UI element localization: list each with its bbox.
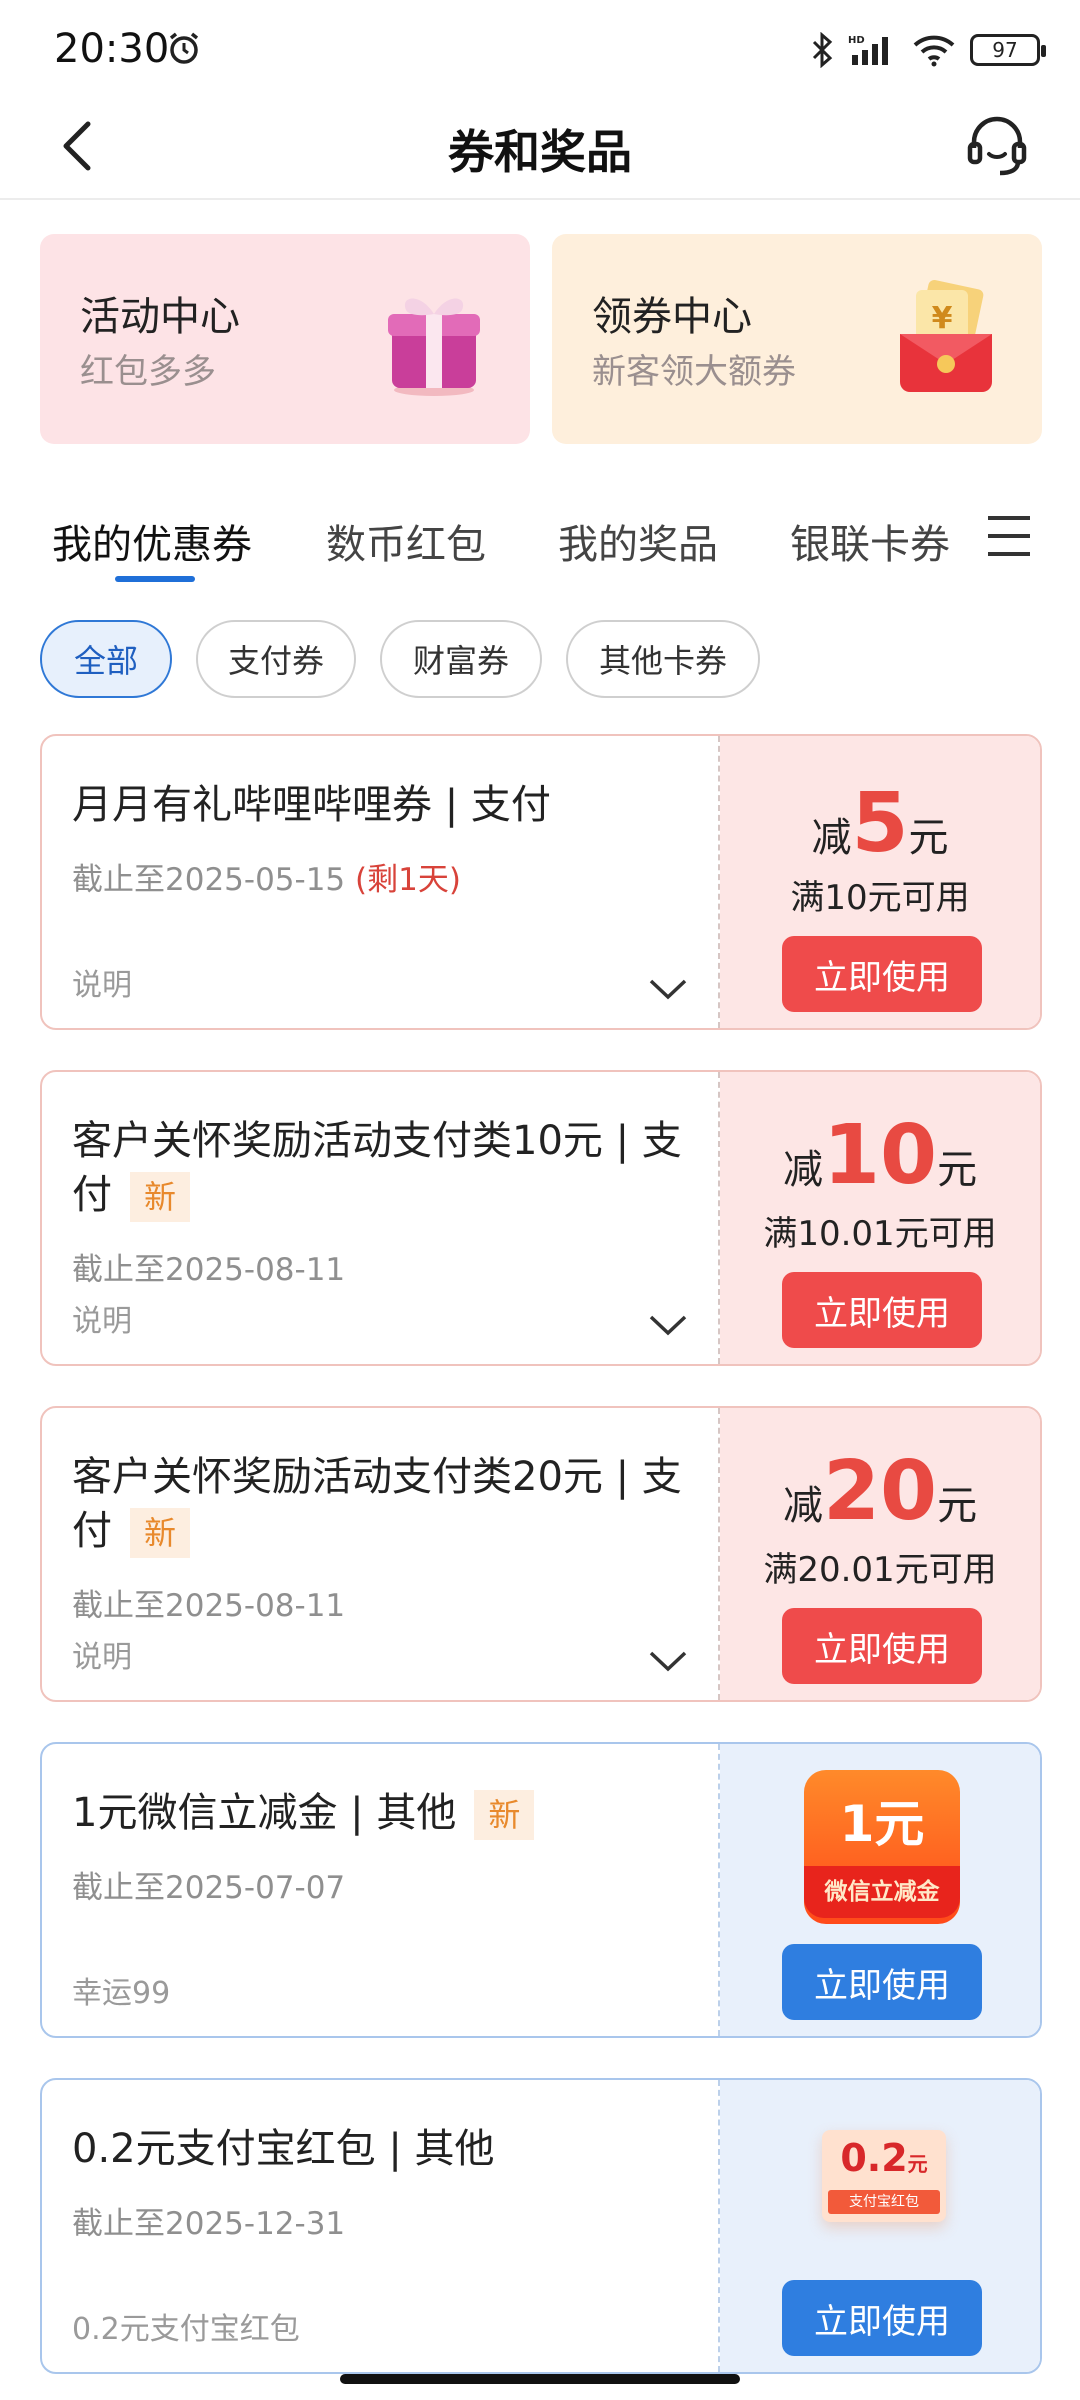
svg-text:HD: HD [848,35,865,46]
tab-active-indicator [115,576,195,582]
coupon-expiry: 截止至2025-12-31 [72,2206,346,2242]
alipay-red-packet-icon: 0.2元 支付宝红包 [822,2130,946,2222]
new-badge: 新 [474,1790,535,1840]
wifi-icon [913,35,955,67]
battery-icon: 97 [970,34,1046,66]
alarm-icon [169,32,199,64]
coupon-note: 说明 [72,1304,132,1339]
chevron-down-icon[interactable] [648,1312,688,1338]
bluetooth-icon [812,32,833,68]
coupon-card[interactable]: 月月有礼哔哩哔哩券 | 支付 截止至2025-05-15 (剩1天) 说明 减5… [40,734,1042,1030]
wechat-discount-card-icon: 1元 微信立减金 [804,1770,960,1924]
red-envelope-icon: ¥ [900,280,992,392]
coupon-card[interactable]: 客户关怀奖励活动支付类10元 | 支付新 截止至2025-08-11 说明 减1… [40,1070,1042,1366]
coupon-note: 说明 [72,1640,132,1675]
coupon-amount: 减5元 [811,776,949,871]
system-icons: HD 97 [810,30,1046,70]
coupon-center-subtitle: 新客领大额券 [592,352,796,392]
use-now-button[interactable]: 立即使用 [782,1944,982,2020]
coupon-condition: 满10元可用 [790,878,970,918]
use-now-button[interactable]: 立即使用 [782,936,982,1012]
coupon-card[interactable]: 0.2元支付宝红包 | 其他 截止至2025-12-31 0.2元支付宝红包 0… [40,2078,1042,2374]
new-badge: 新 [130,1508,191,1558]
use-now-button[interactable]: 立即使用 [782,1272,982,1348]
menu-icon[interactable] [986,514,1032,558]
svg-text:¥: ¥ [932,301,953,336]
coupon-tabs: 我的优惠券 数币红包 我的奖品 银联卡券 [0,500,1080,590]
status-bar: 20:30 HD 97 [0,0,1080,92]
nav-bar: 券和奖品 [0,92,1080,200]
tab-my-prizes[interactable]: 我的奖品 [558,512,718,570]
coupon-condition: 满20.01元可用 [763,1550,997,1590]
coupon-condition: 满10.01元可用 [763,1214,997,1254]
coupon-expiry: 截止至2025-08-11 [72,1252,346,1288]
coupon-amount: 减10元 [782,1108,978,1203]
tab-my-coupons[interactable]: 我的优惠券 [52,512,252,570]
coupon-center-card[interactable]: 领券中心 新客领大额券 ¥ [552,234,1042,444]
coupon-note: 0.2元支付宝红包 [72,2312,300,2347]
coupon-card[interactable]: 1元微信立减金 | 其他新 截止至2025-07-07 幸运99 1元 微信立减… [40,1742,1042,2038]
filter-wealth-coupon[interactable]: 财富券 [380,620,542,698]
activity-center-subtitle: 红包多多 [80,352,216,392]
filter-payment-coupon[interactable]: 支付券 [196,620,356,698]
content-area: 活动中心 红包多多 领券中心 新客领大额券 ¥ 我的优惠券 数币红包 我的奖品 … [0,200,1080,2400]
use-now-button[interactable]: 立即使用 [782,2280,982,2356]
coupon-title: 客户关怀奖励活动支付类20元 | 支付新 [72,1450,692,1558]
coupon-title: 0.2元支付宝红包 | 其他 [72,2126,495,2172]
coupon-expiry: 截止至2025-08-11 [72,1588,346,1624]
filter-all[interactable]: 全部 [40,620,172,698]
coupon-title: 1元微信立减金 | 其他新 [72,1786,692,1840]
coupon-remaining: (剩1天) [355,862,461,898]
chevron-down-icon[interactable] [648,976,688,1002]
coupon-expiry: 截止至2025-05-15 (剩1天) [72,862,461,898]
coupon-card[interactable]: 客户关怀奖励活动支付类20元 | 支付新 截止至2025-08-11 说明 减2… [40,1406,1042,1702]
coupon-expiry: 截止至2025-07-07 [72,1870,346,1906]
coupon-note: 说明 [72,968,132,1003]
coupon-center-title: 领券中心 [592,294,752,340]
home-indicator[interactable] [340,2374,740,2384]
activity-center-card[interactable]: 活动中心 红包多多 [40,234,530,444]
signal-icon: HD [848,35,888,65]
coupon-note: 幸运99 [72,1976,171,2011]
gift-box-icon [388,298,480,396]
coupon-title: 客户关怀奖励活动支付类10元 | 支付新 [72,1114,692,1222]
filter-other-coupons[interactable]: 其他卡券 [566,620,760,698]
status-time: 20:30 [54,26,170,72]
activity-center-title: 活动中心 [80,294,240,340]
tab-unionpay-coupons[interactable]: 银联卡券 [790,512,950,570]
tab-digital-red-packets[interactable]: 数币红包 [326,512,486,570]
chevron-down-icon[interactable] [648,1648,688,1674]
new-badge: 新 [130,1172,191,1222]
page-title: 券和奖品 [448,125,632,179]
coupon-amount: 减20元 [782,1444,978,1539]
coupon-title: 月月有礼哔哩哔哩券 | 支付 [72,782,551,828]
use-now-button[interactable]: 立即使用 [782,1608,982,1684]
customer-service-icon[interactable] [962,110,1032,180]
